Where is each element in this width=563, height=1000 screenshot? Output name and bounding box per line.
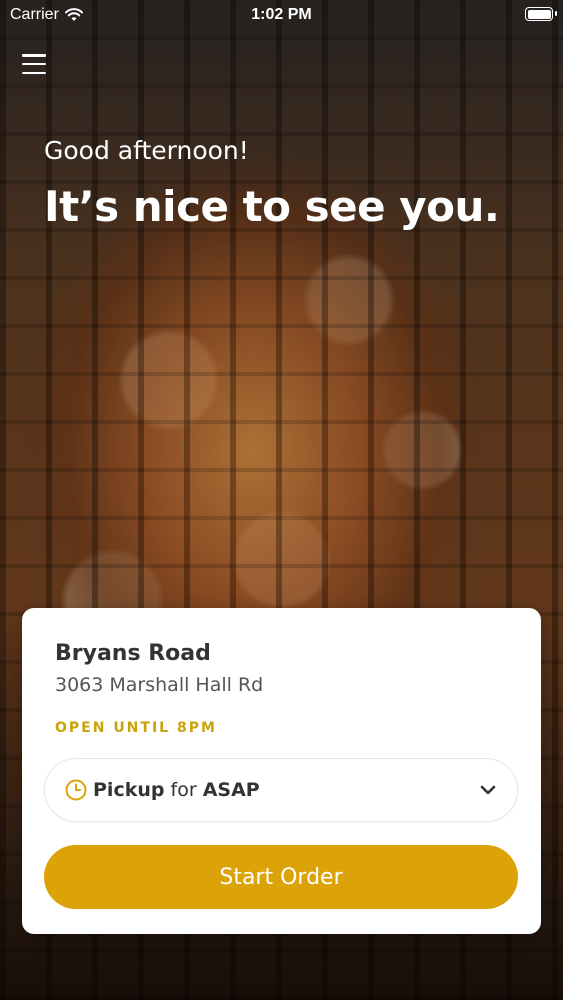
battery-icon (525, 7, 553, 21)
status-time: 1:02 PM (251, 6, 312, 23)
menu-line (22, 62, 46, 66)
hamburger-menu-icon[interactable] (22, 54, 46, 74)
chevron-down-icon (480, 785, 496, 795)
menu-line (22, 71, 46, 74)
store-name: Bryans Road (55, 641, 211, 666)
order-mode-label: Pickup (93, 779, 165, 801)
headline-text: It’s nice to see you. (44, 182, 500, 231)
store-address: 3063 Marshall Hall Rd (55, 674, 264, 696)
store-card: Bryans Road 3063 Marshall Hall Rd OPEN U… (22, 608, 541, 934)
battery-nub (555, 11, 557, 16)
order-mode-text: Pickup for ASAP (93, 779, 260, 801)
start-order-button[interactable]: Start Order (44, 845, 518, 909)
clock-icon (65, 779, 87, 801)
greeting-text: Good afternoon! (44, 136, 249, 165)
menu-line (22, 54, 46, 57)
order-time-label: ASAP (202, 779, 260, 801)
order-mode-select[interactable]: Pickup for ASAP (44, 758, 518, 822)
status-bar: Carrier 1:02 PM (0, 0, 563, 30)
store-hours: OPEN UNTIL 8PM (55, 720, 217, 736)
order-mode-connector: for (170, 779, 197, 801)
